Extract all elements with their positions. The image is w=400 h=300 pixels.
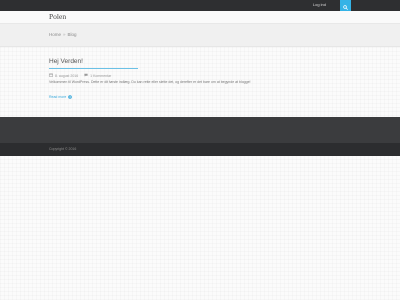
breadcrumb-bar: Home» Blog	[0, 23, 400, 47]
login-link[interactable]: Log ind	[313, 2, 326, 8]
post-comments-text: 1 Kommentar	[90, 73, 112, 78]
breadcrumb: Home» Blog	[49, 32, 77, 38]
title-underline	[49, 68, 138, 69]
breadcrumb-separator: »	[63, 32, 66, 37]
breadcrumb-current: Blog	[67, 32, 77, 37]
post-date-text: 8. august 2016	[55, 73, 79, 78]
post-date: 8. august 2016	[49, 73, 78, 79]
search-button[interactable]	[340, 0, 351, 11]
copyright-text: Copyright © 2016	[49, 147, 77, 151]
breadcrumb-home[interactable]: Home	[49, 32, 61, 37]
read-more-label: Read more	[49, 95, 67, 99]
footer-bottom: Copyright © 2016	[0, 143, 400, 156]
top-bar: Log ind	[0, 0, 400, 11]
post-comments[interactable]: 1 Kommentar	[84, 73, 111, 79]
footer-widgets	[0, 117, 400, 143]
post-title[interactable]: Hej Verden!	[49, 58, 349, 66]
blog-post: Hej Verden! 8. august 2016 1 Kommentar V…	[49, 58, 349, 103]
site-header: Polen	[0, 11, 400, 23]
post-excerpt: Velkommen til WordPress. Dette er dit fø…	[49, 80, 251, 84]
read-more-link[interactable]: Read more	[49, 94, 73, 101]
site-title[interactable]: Polen	[49, 12, 66, 21]
arrow-right-icon	[66, 94, 73, 101]
post-meta: 8. august 2016 1 Kommentar	[49, 73, 349, 79]
